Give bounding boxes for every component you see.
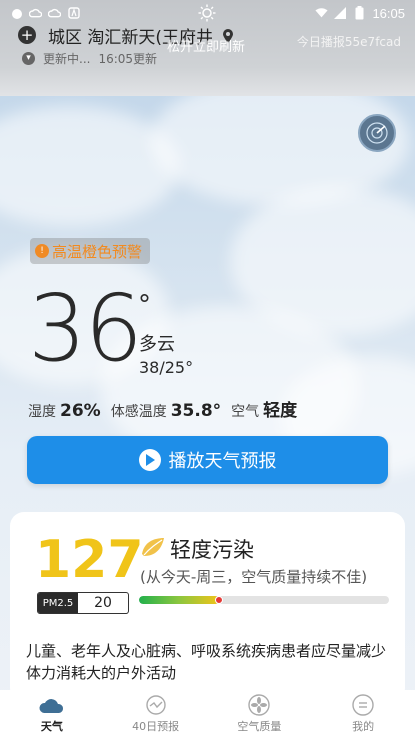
update-time: 16:05更新 <box>98 51 158 66</box>
weather-condition: 多云 <box>139 334 175 355</box>
feels-like-value: 35.8° <box>170 401 222 421</box>
wifi-icon <box>315 7 329 20</box>
weather-metrics: 湿度 26% 体感温度 35.8° 空气 轻度 <box>28 396 307 421</box>
play-icon <box>138 449 161 471</box>
pm25-badge: PM2.5 20 <box>37 592 129 614</box>
cloud-icon <box>29 7 42 20</box>
nav-label: 空气质量 <box>237 720 282 733</box>
update-status-row: ▾ 更新中... 16:05更新 <box>22 48 157 68</box>
forecast-icon <box>142 694 170 716</box>
aqi-value: 127 <box>35 530 144 590</box>
nav-profile[interactable]: 我的 <box>311 690 415 737</box>
health-advice: 儿童、老年人及心脏病、呼吸系统疾病患者应尽量减少体力消耗大的户外活动 <box>26 642 387 682</box>
nav-weather[interactable]: 天气 <box>0 690 104 737</box>
weather-warning-badge[interactable]: ! 高温橙色预警 <box>30 238 151 264</box>
weather-icon <box>38 694 66 716</box>
aqi-progress-fill <box>139 596 219 604</box>
feels-like-label: 体感温度 <box>110 404 167 420</box>
battery-icon <box>353 6 366 20</box>
current-temperature: 36 <box>28 275 143 382</box>
signal-icon <box>334 7 347 20</box>
aqi-level: 轻度污染 <box>170 538 254 562</box>
nav-label: 我的 <box>352 720 375 733</box>
air-quality-card[interactable]: 127 PM2.5 20 轻度污染 (从今天-周三，空气质量持续不佳) 儿童、老… <box>10 512 405 702</box>
nav-air-quality[interactable]: 空气质量 <box>208 690 312 737</box>
warning-text: 高温橙色预警 <box>52 242 143 261</box>
radar-icon[interactable] <box>358 114 396 152</box>
weather-screen: 16:05 + 城区 淘汇新天(王府井 松开立即刷新 今日播报55e7fcad … <box>0 0 415 737</box>
pm25-label: PM2.5 <box>38 593 78 613</box>
update-status: 更新中... <box>43 51 91 66</box>
bottom-nav: 天气 40日预报 空气质量 我的 <box>0 690 415 737</box>
air-value: 轻度 <box>263 401 298 421</box>
fan-icon <box>245 694 273 716</box>
aqi-progress-bar <box>139 596 389 604</box>
temperature-range: 38/25° <box>139 358 194 377</box>
humidity-value: 26% <box>60 401 101 421</box>
app-a-icon <box>67 7 80 20</box>
sun-icon <box>198 4 216 22</box>
pull-refresh-tip: 松开立即刷新 <box>167 40 246 55</box>
aqi-description: (从今天-周三，空气质量持续不佳) <box>140 568 368 586</box>
profile-icon <box>349 694 377 716</box>
nav-40-day-forecast[interactable]: 40日预报 <box>104 690 208 737</box>
aqi-marker <box>215 596 223 604</box>
play-forecast-button[interactable]: 播放天气预报 <box>27 436 388 484</box>
status-bar: 16:05 <box>0 0 415 26</box>
pm25-value: 20 <box>94 595 112 611</box>
apple-icon <box>10 7 23 20</box>
daily-broadcast-link[interactable]: 今日播报55e7fcad <box>297 33 401 50</box>
humidity-label: 湿度 <box>28 404 56 420</box>
air-label: 空气 <box>231 404 260 420</box>
leaf-icon <box>140 536 166 558</box>
chevron-down-icon[interactable]: ▾ <box>22 51 35 65</box>
cloud-outline-icon <box>48 7 61 20</box>
degree-symbol: ° <box>138 290 151 320</box>
status-time: 16:05 <box>372 5 405 21</box>
add-city-button[interactable]: + <box>18 26 36 44</box>
warning-icon: ! <box>35 244 49 258</box>
nav-label: 天气 <box>40 720 63 733</box>
play-forecast-label: 播放天气预报 <box>168 451 277 472</box>
nav-label: 40日预报 <box>132 720 180 733</box>
